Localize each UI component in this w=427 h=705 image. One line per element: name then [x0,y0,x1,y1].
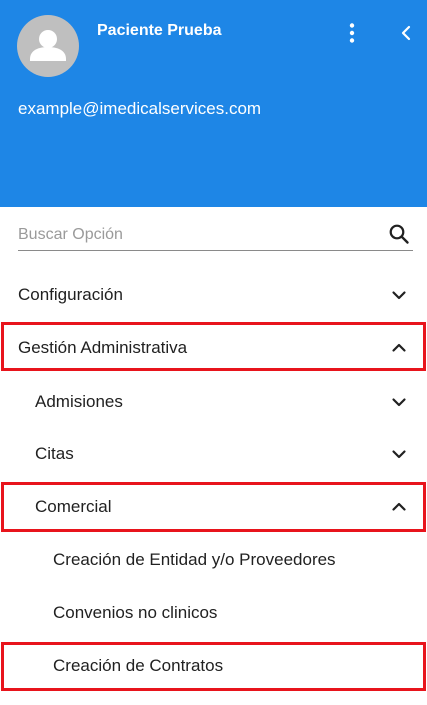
menu-item-label: Configuración [18,285,123,304]
menu-item-admisiones[interactable]: Admisiones [0,376,427,428]
search-icon[interactable] [387,222,411,246]
chevron-down-icon [389,285,409,305]
menu-item-label: Citas [35,444,74,463]
menu-item-label: Convenios no clinicos [53,603,218,622]
chevron-left-icon[interactable] [395,22,417,44]
search-input[interactable] [18,221,378,249]
user-email: example@imedicalservices.com [18,99,262,118]
menu-item-label: Creación de Entidad y/o Proveedores [53,550,336,569]
avatar [17,15,79,77]
more-vert-icon[interactable] [340,22,364,44]
menu-item-convenios[interactable]: Convenios no clinicos [0,587,427,639]
menu-item-label: Creación de Contratos [53,656,224,675]
chevron-down-icon [389,392,409,412]
menu-item-comercial[interactable]: Comercial [0,481,427,533]
menu-item-label: Admisiones [35,392,123,411]
menu-item-label: Gestión Administrativa [18,338,188,357]
menu-item-creacion-entidad[interactable]: Creación de Entidad y/o Proveedores [0,534,427,586]
menu-item-creacion-contratos[interactable]: Creación de Contratos [0,640,427,692]
chevron-up-icon [389,497,409,517]
person-icon [30,30,66,61]
menu-item-configuracion[interactable]: Configuración [0,269,427,321]
user-name: Paciente Prueba [97,22,222,39]
menu-item-citas[interactable]: Citas [0,428,427,480]
menu-item-label: Comercial [35,497,112,516]
chevron-up-icon [389,338,409,358]
sidebar-header: Paciente Prueba example@imedicalservices… [0,0,427,207]
menu-item-gestion-administrativa[interactable]: Gestión Administrativa [0,322,427,374]
chevron-down-icon [389,444,409,464]
search-field [18,219,413,251]
